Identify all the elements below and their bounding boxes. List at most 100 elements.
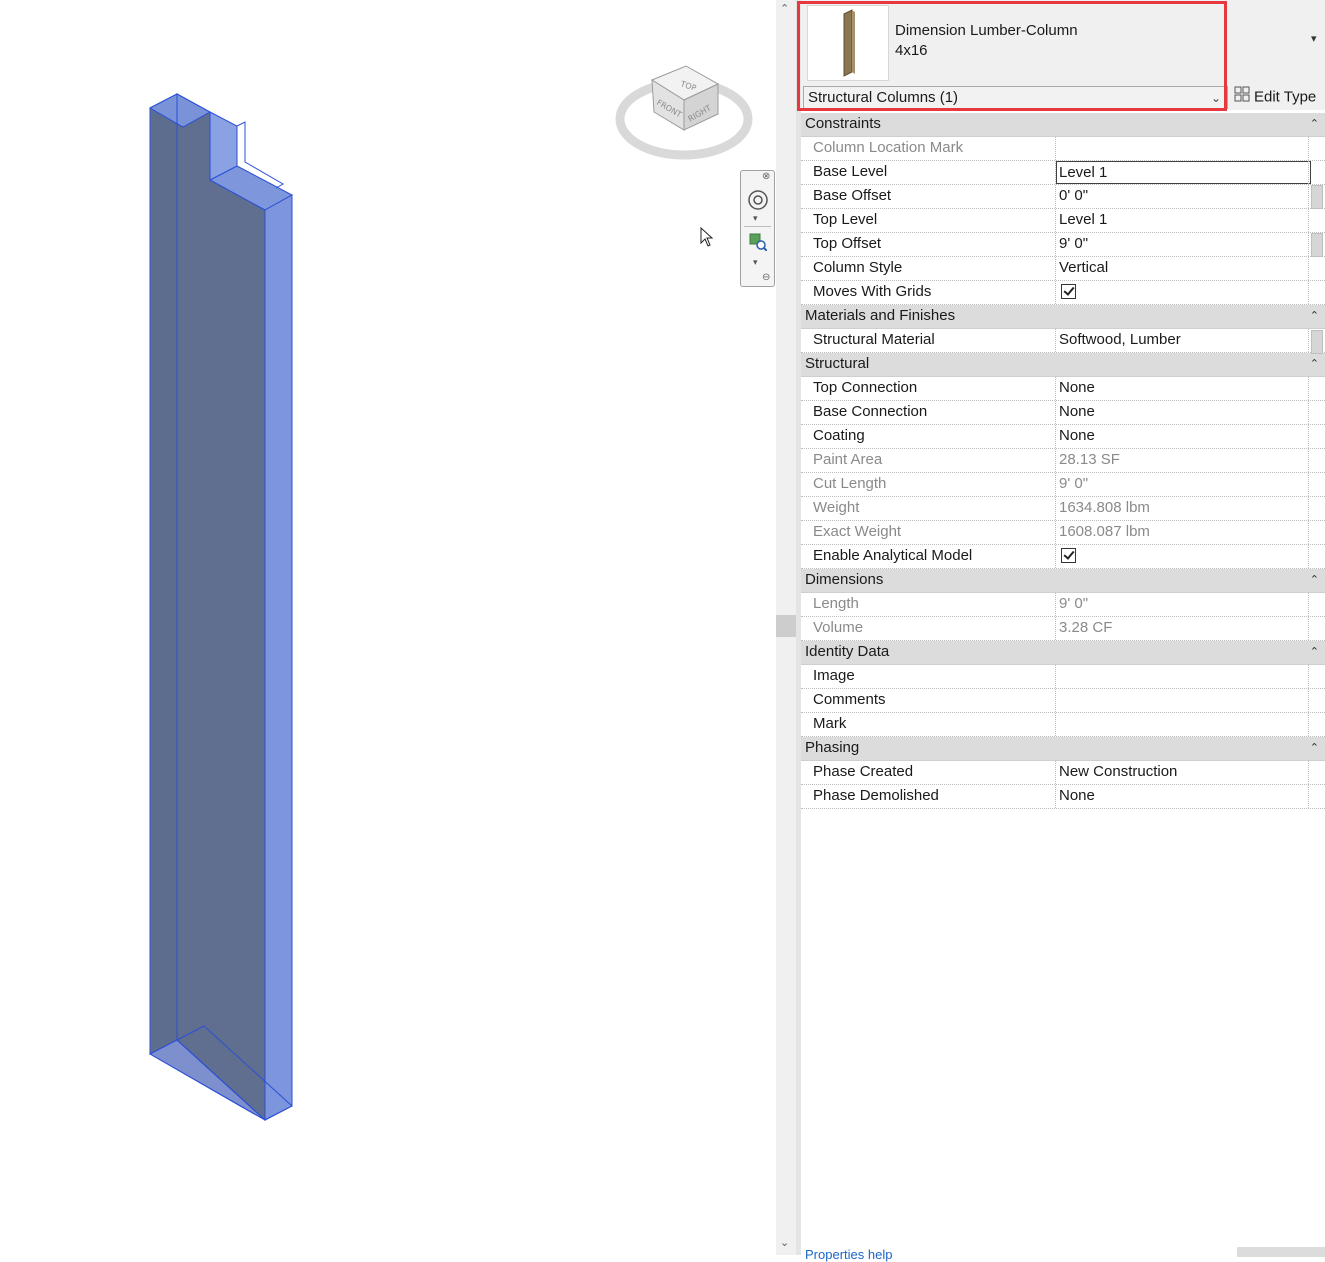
column-divider[interactable] — [1055, 377, 1057, 400]
column-divider[interactable] — [1055, 545, 1057, 568]
value-scroll-handle[interactable] — [1311, 233, 1323, 257]
property-row[interactable]: Moves With Grids — [801, 281, 1325, 305]
property-value[interactable]: Vertical — [1059, 257, 1307, 279]
column-divider[interactable] — [1055, 521, 1057, 544]
navigation-bar[interactable]: ⊗ ▾ ▾ ⊖ — [740, 170, 775, 287]
chevron-down-icon[interactable]: ▾ — [753, 213, 758, 224]
chevron-down-icon[interactable]: ▾ — [753, 257, 758, 268]
property-row[interactable]: Mark — [801, 713, 1325, 737]
column-divider — [1308, 617, 1310, 640]
property-row[interactable]: Top Level Level 1 — [801, 209, 1325, 233]
property-label: Top Level — [813, 211, 878, 228]
column-divider[interactable] — [1055, 617, 1057, 640]
close-icon[interactable]: ⊗ — [762, 171, 770, 182]
property-row[interactable]: Coating None — [801, 425, 1325, 449]
category-header[interactable]: Phasing ⌃ — [801, 737, 1325, 761]
property-row[interactable]: Top Offset 9' 0" — [801, 233, 1325, 257]
element-filter-dropdown[interactable]: Structural Columns (1) ⌄ — [803, 86, 1228, 109]
column-divider — [1308, 257, 1310, 280]
viewcube[interactable]: TOP FRONT RIGHT — [612, 44, 762, 164]
property-value[interactable]: None — [1059, 425, 1307, 447]
property-value[interactable]: None — [1059, 377, 1307, 399]
property-row[interactable]: Image — [801, 665, 1325, 689]
column-divider[interactable] — [1055, 329, 1057, 352]
property-value[interactable]: None — [1059, 785, 1307, 807]
column-right-face[interactable] — [264, 194, 293, 1121]
property-row[interactable]: Comments — [801, 689, 1325, 713]
steering-wheel-icon[interactable] — [747, 189, 769, 216]
column-divider[interactable] — [1055, 257, 1057, 280]
column-divider[interactable] — [1055, 449, 1057, 472]
properties-palette: Dimension Lumber-Column 4x16 ▾ Structura… — [797, 0, 1325, 1262]
property-row[interactable]: Column Style Vertical — [801, 257, 1325, 281]
apply-button[interactable] — [1237, 1247, 1325, 1257]
collapse-icon[interactable]: ⌃ — [1310, 305, 1319, 327]
column-divider[interactable] — [1055, 425, 1057, 448]
column-divider[interactable] — [1055, 401, 1057, 424]
collapse-icon[interactable]: ⌃ — [1310, 641, 1319, 663]
column-divider[interactable] — [1055, 785, 1057, 808]
collapse-icon[interactable]: ⌃ — [1310, 737, 1319, 759]
scroll-up-arrow-icon[interactable]: ⌃ — [780, 2, 789, 15]
value-scroll-handle[interactable] — [1311, 330, 1323, 354]
checkbox[interactable] — [1061, 284, 1076, 299]
edit-type-button[interactable]: Edit Type — [1234, 86, 1316, 108]
property-value[interactable]: Level 1 — [1056, 161, 1311, 184]
checkbox[interactable] — [1061, 548, 1076, 563]
category-header[interactable]: Materials and Finishes ⌃ — [801, 305, 1325, 329]
property-value[interactable]: Level 1 — [1059, 209, 1307, 231]
column-divider[interactable] — [1055, 233, 1057, 256]
collapse-icon[interactable]: ⌃ — [1310, 113, 1319, 135]
column-divider[interactable] — [1055, 185, 1057, 208]
filter-row: Structural Columns (1) ⌄ Edit Type — [801, 86, 1325, 110]
column-side-face[interactable] — [149, 93, 178, 1055]
property-label: Base Connection — [813, 403, 928, 420]
property-checkbox-cell[interactable] — [1059, 281, 1307, 303]
category-header[interactable]: Structural ⌃ — [801, 353, 1325, 377]
property-checkbox-cell[interactable] — [1059, 545, 1307, 567]
type-dropdown-arrow-icon[interactable]: ▾ — [1311, 32, 1317, 45]
property-row: Exact Weight 1608.087 lbm — [801, 521, 1325, 545]
column-divider[interactable] — [1055, 281, 1057, 304]
value-scroll-handle[interactable] — [1311, 185, 1323, 209]
property-row[interactable]: Base Connection None — [801, 401, 1325, 425]
column-divider[interactable] — [1055, 593, 1057, 616]
scrollbar-thumb[interactable] — [776, 615, 796, 637]
collapse-icon[interactable]: ⌃ — [1310, 569, 1319, 591]
property-value[interactable]: None — [1059, 401, 1307, 423]
property-row[interactable]: Enable Analytical Model — [801, 545, 1325, 569]
column-divider[interactable] — [1055, 473, 1057, 496]
column-divider[interactable] — [1055, 137, 1057, 160]
collapse-icon[interactable]: ⌃ — [1310, 353, 1319, 375]
category-header[interactable]: Identity Data ⌃ — [801, 641, 1325, 665]
property-value[interactable]: New Construction — [1059, 761, 1307, 783]
options-icon[interactable]: ⊖ — [762, 272, 770, 283]
property-row[interactable]: Phase Created New Construction — [801, 761, 1325, 785]
category-header[interactable]: Dimensions ⌃ — [801, 569, 1325, 593]
3d-viewport[interactable]: TOP FRONT RIGHT ⊗ ▾ ▾ ⊖ — [0, 0, 776, 1255]
column-divider[interactable] — [1055, 665, 1057, 688]
viewport-scrollbar[interactable]: ⌃ ⌄ — [776, 0, 796, 1255]
property-value[interactable]: Softwood, Lumber — [1059, 329, 1307, 351]
column-divider[interactable] — [1055, 689, 1057, 712]
property-row[interactable]: Base Offset 0' 0" — [801, 185, 1325, 209]
selected-column-model[interactable] — [0, 0, 776, 1255]
type-selector[interactable]: Dimension Lumber-Column 4x16 ▾ — [801, 0, 1325, 86]
category-header[interactable]: Constraints ⌃ — [801, 113, 1325, 137]
category-title: Phasing — [805, 739, 860, 756]
property-value[interactable]: 0' 0" — [1059, 185, 1307, 207]
column-divider[interactable] — [1055, 209, 1057, 232]
column-divider[interactable] — [1055, 497, 1057, 520]
property-label: Top Offset — [813, 235, 882, 252]
zoom-region-icon[interactable] — [749, 233, 768, 256]
column-front-face[interactable] — [176, 93, 266, 1122]
property-row[interactable]: Phase Demolished None — [801, 785, 1325, 809]
property-row[interactable]: Structural Material Softwood, Lumber — [801, 329, 1325, 353]
column-divider[interactable] — [1055, 713, 1057, 736]
filter-selected-label: Structural Columns (1) — [808, 89, 959, 106]
property-value[interactable]: 9' 0" — [1059, 233, 1307, 255]
property-row[interactable]: Base Level Level 1 — [801, 161, 1325, 185]
property-row[interactable]: Top Connection None — [801, 377, 1325, 401]
column-divider[interactable] — [1055, 761, 1057, 784]
scroll-down-arrow-icon[interactable]: ⌄ — [780, 1236, 789, 1249]
